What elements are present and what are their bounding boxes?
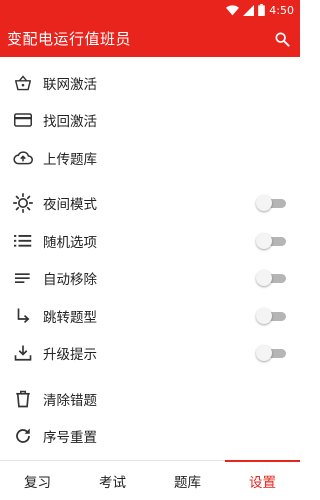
refresh-icon	[13, 426, 33, 446]
night-mode-toggle[interactable]	[256, 195, 286, 212]
basket-icon	[13, 73, 33, 93]
menu-label: 升级提示	[43, 347, 97, 364]
random-options-toggle[interactable]	[256, 232, 286, 249]
search-icon[interactable]	[274, 31, 290, 47]
jump-type-toggle[interactable]	[256, 307, 286, 324]
list-icon	[13, 231, 33, 251]
menu-item-recover-activate[interactable]: 找回激活	[0, 102, 300, 140]
menu-label: 上传题库	[43, 151, 97, 168]
tab-review[interactable]: 复习	[0, 461, 75, 500]
bottom-tab-bar: 复习 考试 题库 设置	[0, 460, 300, 500]
status-time: 4:50	[269, 3, 294, 17]
wifi-icon	[226, 4, 240, 16]
menu-label: 联网激活	[43, 76, 97, 93]
lines-icon	[13, 268, 33, 288]
menu-label: 清除错题	[43, 392, 97, 409]
menu-label: 随机选项	[43, 234, 97, 251]
menu-item-night-mode[interactable]: 夜间模式	[0, 185, 300, 223]
subdirectory-arrow-icon	[13, 306, 33, 326]
tab-settings[interactable]: 设置	[225, 460, 300, 500]
menu-label: 序号重置	[43, 430, 97, 447]
menu-label: 找回激活	[43, 114, 97, 131]
auto-remove-toggle[interactable]	[256, 270, 286, 287]
cloud-upload-icon	[13, 148, 33, 168]
menu-item-clear-wrong[interactable]: 清除错题	[0, 380, 300, 418]
tab-exam[interactable]: 考试	[75, 461, 150, 500]
download-icon	[13, 343, 33, 363]
menu-item-upgrade-tip[interactable]: 升级提示	[0, 335, 300, 373]
menu-item-auto-remove[interactable]: 自动移除	[0, 260, 300, 298]
menu-item-jump-type[interactable]: 跳转题型	[0, 297, 300, 335]
menu-item-online-activate[interactable]: 联网激活	[0, 64, 300, 102]
app-title: 变配电运行值班员	[7, 30, 132, 48]
upgrade-tip-toggle[interactable]	[256, 345, 286, 362]
menu-label: 跳转题型	[43, 309, 97, 326]
trash-icon	[13, 389, 33, 409]
menu-item-random-options[interactable]: 随机选项	[0, 222, 300, 260]
card-icon	[13, 110, 33, 130]
signal-icon	[243, 4, 255, 16]
battery-icon	[258, 4, 266, 16]
tab-question-bank[interactable]: 题库	[150, 461, 225, 500]
menu-label: 夜间模式	[43, 197, 97, 214]
menu-label: 自动移除	[43, 272, 97, 289]
sun-icon	[13, 193, 33, 214]
settings-menu: 联网激活 找回激活 上传题库 夜间模式 随机选项 自动移除 跳转题型 升级提示 …	[0, 64, 300, 455]
app-bar: 变配电运行值班员	[0, 20, 300, 57]
menu-item-reset-index[interactable]: 序号重置	[0, 418, 300, 456]
menu-item-upload-bank[interactable]: 上传题库	[0, 139, 300, 177]
status-bar: 4:50	[0, 0, 300, 20]
